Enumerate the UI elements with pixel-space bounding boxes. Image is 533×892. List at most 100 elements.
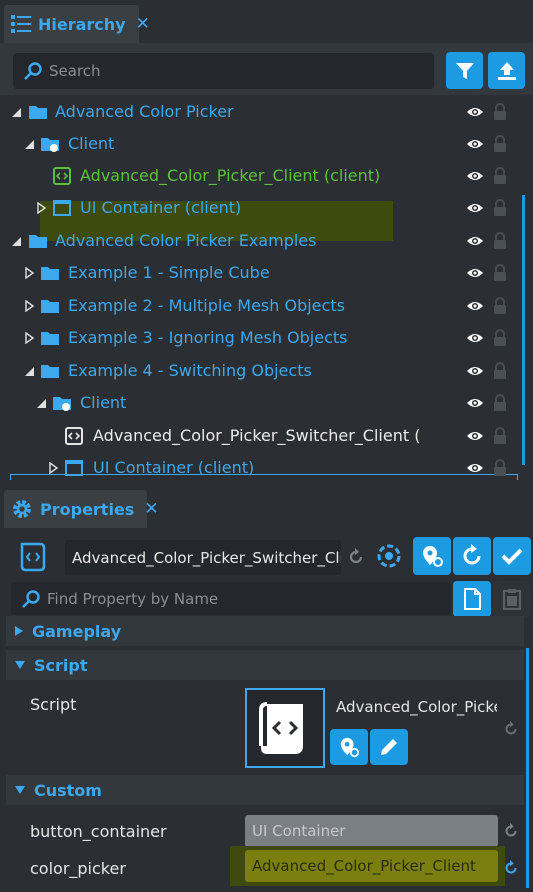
visibility-eye-icon[interactable] [466,462,484,474]
hierarchy-tree: Advanced Color Picker Client Advanced_Co… [0,95,533,480]
lock-icon[interactable] [493,427,507,445]
lock-icon[interactable] [493,459,507,477]
folder-icon [41,267,59,280]
reset-name-icon[interactable] [346,547,366,567]
upload-button[interactable] [488,52,525,89]
section-custom[interactable]: Custom [6,775,524,805]
filter-button[interactable] [446,52,483,89]
visibility-eye-icon[interactable] [466,106,484,118]
close-properties-icon[interactable]: ✕ [144,499,158,519]
lock-icon[interactable] [493,135,507,153]
script-property-label: Script [30,695,77,714]
tree-item[interactable]: Example 2 - Multiple Mesh Objects [0,291,533,323]
lock-icon[interactable] [493,264,507,282]
folder-icon [41,332,59,345]
tree-item-label: Advanced Color Picker [55,102,234,121]
expanded-arrow-icon[interactable] [10,235,22,247]
tree-item[interactable]: Example 1 - Simple Cube [0,258,533,290]
visibility-eye-icon[interactable] [466,300,484,312]
locate-pin-icon [340,737,360,758]
tab-properties[interactable]: Properties ✕ [4,490,159,528]
section-gameplay[interactable]: Gameplay [6,616,524,646]
tree-item[interactable]: Advanced Color Picker [0,97,533,129]
section-title: Custom [34,780,102,800]
visibility-eye-icon[interactable] [466,332,484,344]
visibility-eye-icon[interactable] [466,202,484,214]
lock-icon[interactable] [493,199,507,217]
section-script[interactable]: Script [6,650,524,680]
color-picker-label: color_picker [30,859,126,878]
reset-color-picker-icon[interactable] [502,859,520,877]
expanded-arrow-icon[interactable] [35,397,47,409]
tree-item-focused[interactable]: Advanced_Color_Picker_Switcher_Client (c [0,421,533,453]
collapsed-arrow-icon [15,626,23,636]
object-name-field[interactable]: Advanced_Color_Picker_Switcher_Clie [65,540,341,575]
expanded-arrow-icon[interactable] [23,365,35,377]
script-edit-button[interactable] [370,729,408,765]
color-picker-field[interactable]: Advanced_Color_Picker_Client [245,850,498,882]
folder-icon [29,235,47,248]
tree-item-label: UI Container (client) [93,458,255,477]
expanded-arrow-icon[interactable] [23,138,35,150]
tree-item-label: Example 4 - Switching Objects [68,361,312,380]
collapsed-arrow-icon[interactable] [35,202,47,214]
ui-container-icon [53,200,71,216]
revert-button[interactable] [453,537,491,575]
section-title: Gameplay [32,621,122,641]
script-icon [65,427,83,445]
visibility-eye-icon[interactable] [466,365,484,377]
properties-scrollbar[interactable] [526,648,529,888]
lock-icon[interactable] [493,232,507,250]
visibility-eye-icon[interactable] [466,138,484,150]
visibility-eye-icon[interactable] [466,235,484,247]
collapsed-arrow-icon[interactable] [23,267,35,279]
search-icon [24,62,42,80]
tree-item[interactable]: Example 4 - Switching Objects [0,356,533,388]
lock-icon[interactable] [493,394,507,412]
tree-item-label: Advanced Color Picker Examples [55,231,317,250]
ui-container-icon [65,460,83,476]
visibility-eye-icon[interactable] [466,170,484,182]
locate-button[interactable] [413,537,451,575]
script-asset-thumbnail[interactable] [245,688,325,768]
tree-item[interactable]: Client [0,129,533,161]
tree-item[interactable]: UI Container (client) [0,453,533,480]
pencil-icon [381,739,397,755]
find-property-input[interactable]: Find Property by Name [11,582,451,615]
script-locate-button[interactable] [330,729,368,765]
collapsed-arrow-icon[interactable] [23,300,35,312]
network-context-icon[interactable] [375,542,403,570]
copy-properties-button[interactable] [453,581,491,617]
collapsed-arrow-icon[interactable] [47,462,59,474]
clipboard-icon [503,589,521,610]
tab-hierarchy[interactable]: Hierarchy ✕ [4,5,150,43]
lock-icon[interactable] [493,362,507,380]
lock-icon[interactable] [493,329,507,347]
paste-properties-button[interactable] [493,581,531,617]
script-asset-field[interactable]: Advanced_Color_Picke [331,691,497,723]
lock-icon[interactable] [493,167,507,185]
tree-item[interactable]: Example 3 - Ignoring Mesh Objects [0,323,533,355]
tree-item[interactable]: Advanced Color Picker Examples [0,226,533,258]
find-placeholder: Find Property by Name [47,589,219,608]
expanded-arrow-icon[interactable] [10,106,22,118]
visibility-eye-icon[interactable] [466,267,484,279]
list-icon [10,12,32,36]
reset-button-container-icon[interactable] [502,822,520,840]
lock-icon[interactable] [493,103,507,121]
folder-icon [41,300,59,313]
reset-script-icon[interactable] [502,720,520,738]
checkmark-icon [501,548,523,565]
script-icon [53,167,71,185]
lock-icon[interactable] [493,297,507,315]
button-container-field[interactable]: UI Container [245,815,498,847]
visibility-eye-icon[interactable] [466,397,484,409]
collapsed-arrow-icon[interactable] [23,332,35,344]
close-hierarchy-icon[interactable]: ✕ [136,14,150,34]
tree-item[interactable]: UI Container (client) [0,193,533,225]
visibility-eye-icon[interactable] [466,430,484,442]
confirm-button[interactable] [493,537,531,575]
tree-item-selected[interactable]: Advanced_Color_Picker_Client (client) [0,161,533,193]
hierarchy-search-input[interactable]: Search [13,53,434,89]
tree-item[interactable]: Client [0,388,533,420]
